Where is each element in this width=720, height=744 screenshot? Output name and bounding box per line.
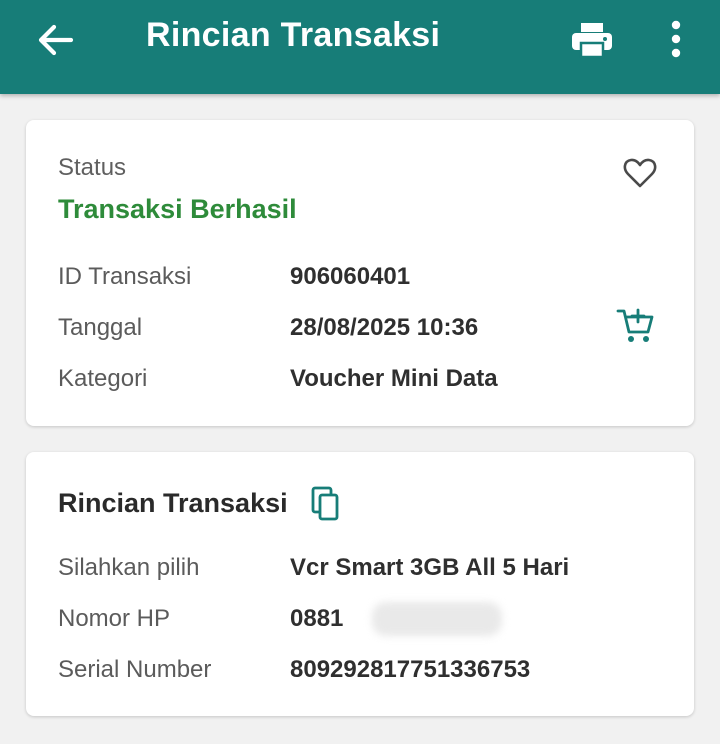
app-bar: Rincian Transaksi <box>0 0 720 94</box>
more-options-button[interactable] <box>658 16 694 62</box>
back-button[interactable] <box>34 20 78 60</box>
status-value: Transaksi Berhasil <box>58 194 297 224</box>
serial-number-value: 809292817751336753 <box>290 656 531 683</box>
date-label: Tanggal <box>58 314 143 341</box>
section-title: Rincian Transaksi <box>58 488 288 518</box>
category-value: Voucher Mini Data <box>290 365 498 392</box>
serial-number-label: Serial Number <box>58 656 212 683</box>
transaction-detail-card: Rincian Transaksi Silahkan pilih Vcr Sma… <box>26 452 694 716</box>
copy-icon <box>311 486 339 521</box>
more-vertical-icon <box>671 20 681 58</box>
reorder-button[interactable] <box>616 306 656 346</box>
cart-plus-icon <box>616 308 654 342</box>
option-label: Silahkan pilih <box>58 554 200 581</box>
phone-number-value: 0881 <box>290 605 344 632</box>
printer-icon <box>572 23 612 59</box>
status-label: Status <box>58 154 127 181</box>
copy-button[interactable] <box>310 486 344 524</box>
phone-number-label: Nomor HP <box>58 605 171 632</box>
transaction-id-label: ID Transaksi <box>58 263 192 290</box>
option-value: Vcr Smart 3GB All 5 Hari <box>290 554 570 581</box>
date-value: 28/08/2025 10:36 <box>290 314 479 341</box>
transaction-id-value: 906060401 <box>290 263 411 290</box>
category-label: Kategori <box>58 365 148 392</box>
print-button[interactable] <box>568 18 616 62</box>
heart-outline-icon <box>623 158 657 188</box>
page-title: Rincian Transaksi <box>146 16 441 54</box>
redaction-blur <box>372 602 502 636</box>
arrow-left-icon <box>38 24 74 56</box>
favorite-button[interactable] <box>622 156 658 192</box>
status-card: Status Transaksi Berhasil ID Transaksi 9… <box>26 120 694 426</box>
